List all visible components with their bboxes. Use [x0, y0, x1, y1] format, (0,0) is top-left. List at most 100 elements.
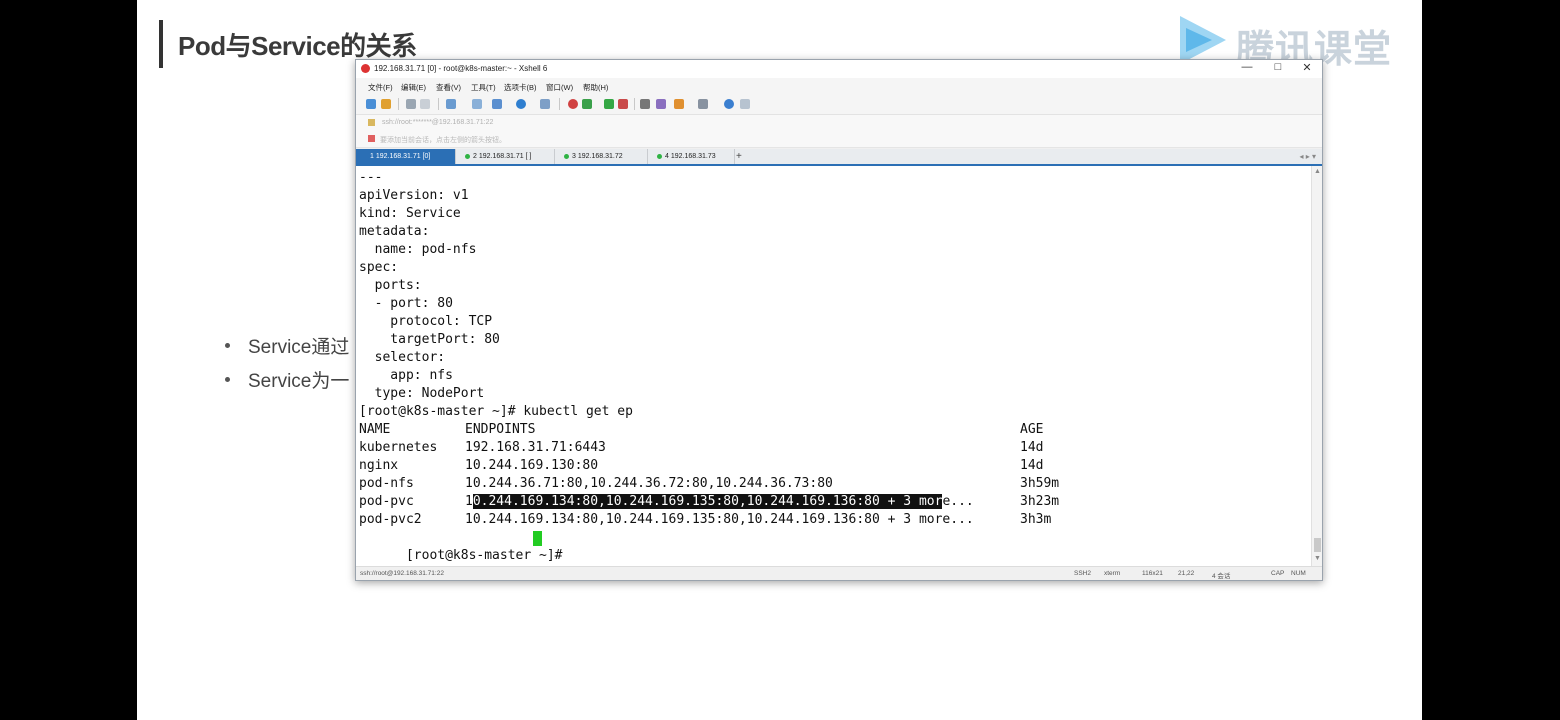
tab-label: 1 192.168.31.71 [0] [370, 153, 431, 160]
menu-edit[interactable]: 编辑(E) [401, 82, 426, 93]
terminal-line: ports: [359, 278, 422, 293]
terminal-scrollbar[interactable]: ▲ ▼ [1311, 166, 1322, 566]
tab-session-3[interactable]: 3 192.168.31.72 [556, 149, 648, 164]
window-titlebar: 192.168.31.71 [0] - root@k8s-master:~ - … [356, 60, 1322, 78]
tab-session-4[interactable]: 4 192.168.31.73 [649, 149, 735, 164]
tab-label: 4 192.168.31.73 [665, 153, 716, 160]
add-tab-icon[interactable]: + [736, 149, 742, 164]
terminal-line: --- [359, 170, 383, 185]
connected-dot-icon [657, 154, 662, 159]
menu-window[interactable]: 窗口(W) [546, 82, 573, 93]
row-age: 14d [1020, 440, 1044, 455]
endpoints-unselected-text: e... [942, 494, 974, 509]
maximize-button[interactable]: □ [1267, 61, 1289, 73]
open-folder-icon[interactable] [381, 99, 391, 109]
status-protocol: SSH2 [1074, 570, 1091, 577]
tab-navigation-controls[interactable]: ◂ ▸ ▾ [1300, 149, 1317, 164]
help-icon[interactable] [724, 99, 734, 109]
terminal-line: app: nfs [359, 368, 453, 383]
connected-dot-icon [564, 154, 569, 159]
terminal-output[interactable]: --- apiVersion: v1 kind: Service metadat… [356, 166, 1311, 566]
new-session-icon[interactable] [366, 99, 376, 109]
row-age: 3h59m [1020, 476, 1060, 491]
menu-tabs[interactable]: 选项卡(B) [504, 82, 537, 93]
bullet-text: Service通过 [248, 337, 350, 358]
row-name: nginx [359, 458, 399, 473]
globe-icon[interactable] [516, 99, 526, 109]
table-row: kubernetes 192.168.31.71:6443 14d [359, 439, 1309, 457]
layout-icon[interactable] [698, 99, 708, 109]
close-button[interactable]: ✕ [1296, 61, 1318, 74]
properties-icon[interactable] [492, 99, 502, 109]
table-row: pod-pvc 10.244.169.134:80,10.244.169.135… [359, 493, 1309, 511]
table-row: pod-pvc2 10.244.169.134:80,10.244.169.13… [359, 511, 1309, 529]
compose-icon[interactable] [674, 99, 684, 109]
address-text: ssh://root:*******@192.168.31.71:22 [382, 119, 494, 126]
chat-icon[interactable] [740, 99, 750, 109]
status-num: NUM [1291, 570, 1306, 577]
copy-icon[interactable] [446, 99, 456, 109]
row-endpoints: 10.244.36.71:80,10.244.36.72:80,10.244.3… [465, 476, 833, 491]
fullscreen-icon[interactable] [604, 99, 614, 109]
tab-label: 2 192.168.31.71 [ ] [473, 153, 532, 160]
status-term: xterm [1104, 570, 1121, 577]
row-endpoints: 192.168.31.71:6443 [465, 440, 606, 455]
status-session: ssh://root@192.168.31.71:22 [360, 570, 444, 577]
row-age: 3h3m [1020, 512, 1052, 527]
tab-label: 3 192.168.31.72 [572, 153, 623, 160]
title-accent-bar [159, 20, 163, 68]
address-bar[interactable]: ssh://root:*******@192.168.31.71:22 [356, 115, 1322, 131]
row-endpoints: 10.244.169.130:80 [465, 458, 599, 473]
row-name: pod-nfs [359, 476, 414, 491]
connected-dot-icon [465, 154, 470, 159]
status-cursor-pos: 21,22 [1178, 570, 1195, 577]
menu-view[interactable]: 查看(V) [436, 82, 461, 93]
header-endpoints: ENDPOINTS [465, 422, 536, 437]
scroll-down-icon[interactable]: ▼ [1314, 555, 1321, 562]
row-name: pod-pvc [359, 494, 414, 509]
transfer-icon[interactable] [582, 99, 592, 109]
reconnect-icon[interactable] [406, 99, 416, 109]
endpoints-unselected-text: 1 [465, 494, 473, 509]
menu-file[interactable]: 文件(F) [368, 82, 393, 93]
row-endpoints: 10.244.169.134:80,10.244.169.135:80,10.2… [465, 493, 974, 511]
row-age: 14d [1020, 458, 1044, 473]
status-bar: ssh://root@192.168.31.71:22 SSH2 xterm 1… [356, 566, 1322, 580]
find-icon[interactable] [472, 99, 482, 109]
scroll-up-icon[interactable]: ▲ [1314, 168, 1321, 175]
address-key-icon [368, 119, 375, 126]
keyboard-icon[interactable] [640, 99, 650, 109]
table-header-row: NAME ENDPOINTS AGE [359, 421, 1309, 439]
status-caps: CAP [1271, 570, 1285, 577]
session-hint-bar: 要添加当前会话，点击左侧的箭头按钮。 [356, 131, 1322, 148]
table-row: nginx 10.244.169.130:80 14d [359, 457, 1309, 475]
font-icon[interactable] [540, 99, 550, 109]
selected-text[interactable]: 0.244.169.134:80,10.244.169.135:80,10.24… [472, 494, 943, 509]
row-name: pod-pvc2 [359, 512, 422, 527]
terminal-line: selector: [359, 350, 446, 365]
menu-bar: 文件(F) 编辑(E) 查看(V) 工具(T) 选项卡(B) 窗口(W) 帮助(… [356, 78, 1322, 94]
row-name: kubernetes [359, 440, 438, 455]
window-title: 192.168.31.71 [0] - root@k8s-master:~ - … [374, 64, 548, 73]
xshell-app-icon [361, 64, 370, 73]
row-endpoints: 10.244.169.134:80,10.244.169.135:80,10.2… [465, 512, 974, 527]
xftp-icon[interactable] [568, 99, 578, 109]
bookmark-icon [368, 135, 375, 142]
shell-prompt: [root@k8s-master ~]# [405, 548, 571, 563]
terminal-prompt-line: [root@k8s-master ~]# [359, 529, 1309, 563]
lock-icon[interactable] [618, 99, 628, 109]
terminal-cursor [533, 531, 542, 546]
scrollbar-thumb[interactable] [1314, 538, 1321, 552]
terminal-line: protocol: TCP [359, 314, 493, 329]
bullet-dot-icon [225, 343, 230, 349]
minimize-button[interactable]: — [1236, 61, 1258, 73]
script-icon[interactable] [656, 99, 666, 109]
terminal-command-line: [root@k8s-master ~]# kubectl get ep [359, 404, 633, 419]
terminal-line: name: pod-nfs [359, 242, 477, 257]
bullet-item: Service通过 [225, 332, 349, 359]
menu-tools[interactable]: 工具(T) [471, 82, 496, 93]
tab-session-1[interactable]: 1 192.168.31.71 [0] [356, 149, 456, 164]
tab-session-2[interactable]: 2 192.168.31.71 [ ] [457, 149, 555, 164]
disconnect-icon[interactable] [420, 99, 430, 109]
menu-help[interactable]: 帮助(H) [583, 82, 608, 93]
